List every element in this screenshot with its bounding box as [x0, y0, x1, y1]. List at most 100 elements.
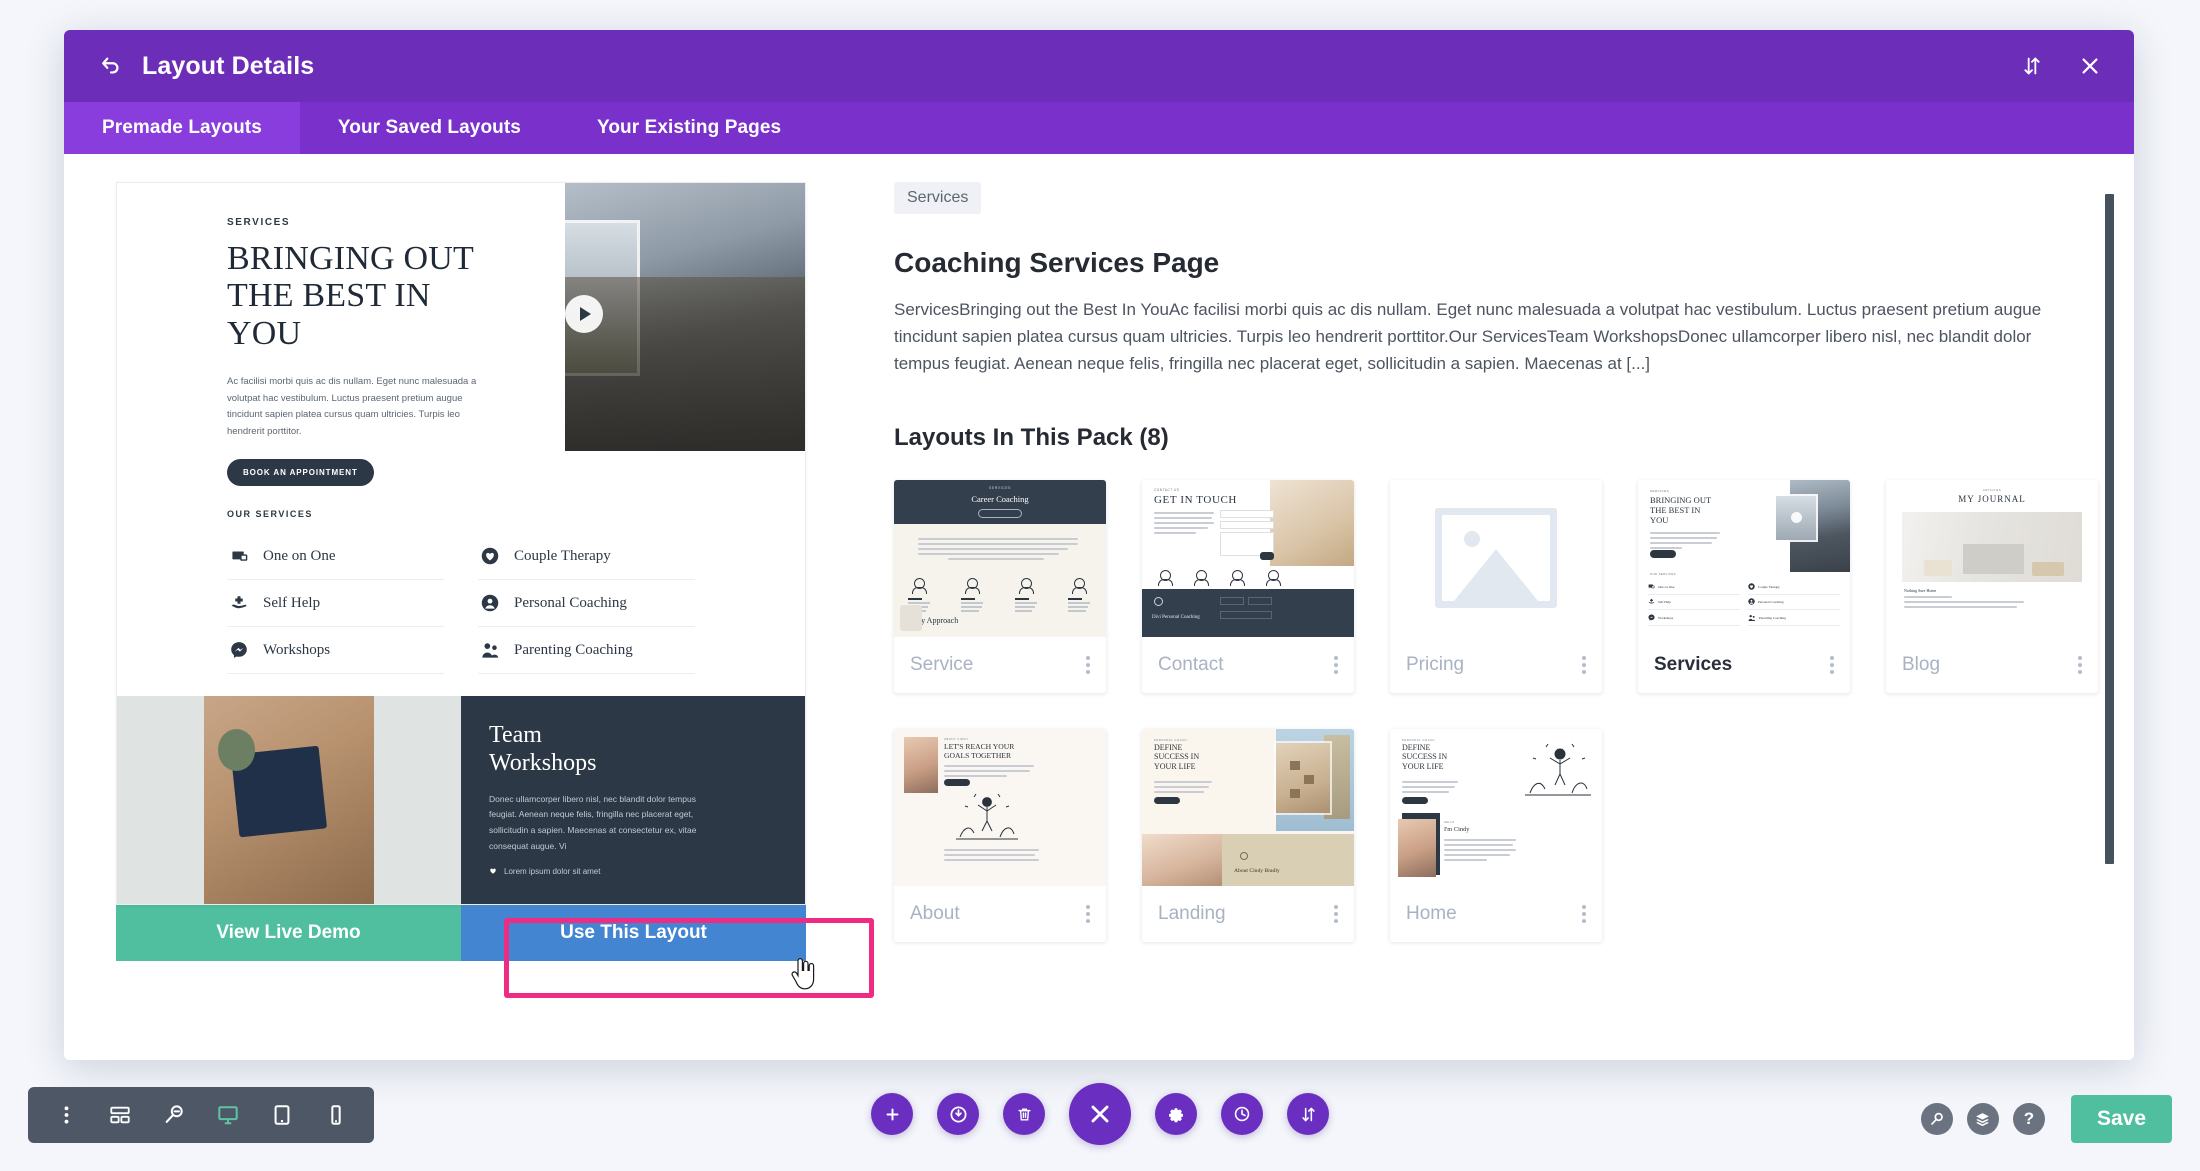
builder-main-toolbar: [871, 1083, 1329, 1145]
thumb-icon-row: [908, 576, 1090, 614]
preview-service-item: Self Help: [227, 580, 444, 627]
desktop-icon[interactable]: [204, 1091, 252, 1139]
preview-service-item: Couple Therapy: [478, 533, 695, 580]
layers-icon[interactable]: [1966, 1103, 1999, 1135]
layout-detail-column: Services Coaching Services Page Services…: [864, 182, 2134, 1060]
thumb-eyebrow: SERVICES: [989, 485, 1011, 490]
thumb-form-field: [1220, 509, 1274, 518]
kebab-menu-icon[interactable]: [1334, 904, 1338, 923]
kebab-menu-icon[interactable]: [1334, 655, 1338, 674]
preview-service-label: One on One: [263, 547, 336, 564]
help-question-icon[interactable]: ?: [2012, 1103, 2045, 1135]
tab-your-existing-pages[interactable]: Your Existing Pages: [559, 102, 819, 154]
editing-history-button[interactable]: [1221, 1093, 1263, 1135]
layout-card-name: Blog: [1902, 653, 1941, 675]
layout-thumbnail: PERSONAL COACH DEFINE SUCCESS IN YOUR LI…: [1142, 728, 1354, 886]
close-x-icon[interactable]: [2076, 52, 2104, 80]
thumb-eyebrow: PERSONAL COACH: [1154, 737, 1188, 742]
kebab-menu-icon[interactable]: [1582, 904, 1586, 923]
kebab-menu-icon[interactable]: [1086, 655, 1090, 674]
close-menu-button[interactable]: [1069, 1083, 1131, 1145]
tab-premade-layouts[interactable]: Premade Layouts: [64, 102, 300, 154]
tab-your-saved-layouts[interactable]: Your Saved Layouts: [300, 102, 559, 154]
thumb-eyebrow: PERSONAL COACH: [1402, 737, 1436, 742]
kebab-menu-icon[interactable]: [1830, 655, 1834, 674]
preview-workshops-bullet-label: Lorem ipsum dolor sit amet: [504, 866, 601, 876]
delete-button[interactable]: [1003, 1093, 1045, 1135]
thumb-button: [1650, 549, 1676, 558]
thumb-services-grid: One on One Couple Therapy Self Help Pers…: [1648, 580, 1840, 627]
layout-card-name: Contact: [1158, 653, 1224, 675]
layout-card-pricing[interactable]: Pricing: [1390, 479, 1602, 693]
preview-action-buttons: View Live Demo Use This Layout: [116, 905, 806, 961]
category-badge: Services: [894, 182, 982, 214]
thumb-decor: [900, 604, 922, 631]
tablet-icon[interactable]: [258, 1091, 306, 1139]
kebab-menu-icon[interactable]: [1582, 655, 1586, 674]
layout-card-services[interactable]: SERVICES BRINGING OUT THE BEST IN YOU OU…: [1638, 479, 1850, 693]
thumb-person-name: I'm Cindy: [1444, 825, 1470, 833]
thumb-eyebrow: SERVICES: [1650, 488, 1670, 493]
settings-button[interactable]: [1155, 1093, 1197, 1135]
search-zoom-icon[interactable]: [1920, 1103, 1953, 1135]
play-icon: [565, 295, 603, 333]
toggle-builder-button[interactable]: [937, 1093, 979, 1135]
layout-card-footer: Home: [1390, 886, 1602, 942]
layout-preview-card: SERVICES BRINGING OUT THE BEST IN YOU Ac…: [116, 182, 806, 905]
layout-preview-column: SERVICES BRINGING OUT THE BEST IN YOU Ac…: [64, 182, 864, 1060]
thumb-lines: [1904, 595, 2024, 611]
vertical-scrollbar[interactable]: [2105, 194, 2114, 864]
layout-card-landing[interactable]: PERSONAL COACH DEFINE SUCCESS IN YOUR LI…: [1142, 728, 1354, 942]
thumb-photo: [1270, 479, 1354, 566]
two-people-icon: [478, 638, 502, 662]
layout-card-home[interactable]: PERSONAL COACH DEFINE SUCCESS IN YOUR LI…: [1390, 728, 1602, 942]
preview-workshops-paragraph: Donec ullamcorper libero nisl, nec bland…: [489, 793, 697, 851]
layouts-grid: SERVICES Career Coaching My Approach Ser…: [894, 479, 2098, 942]
thumb-title: Career Coaching: [971, 493, 1029, 504]
wireframe-icon[interactable]: [96, 1091, 144, 1139]
layout-card-footer: Contact: [1142, 637, 1354, 693]
sort-arrows-icon[interactable]: [2018, 52, 2046, 80]
layout-thumbnail: ARTICLES MY JOURNAL Nothing Sure Home: [1886, 479, 2098, 637]
thumb-eyebrow: ARTICLES: [1982, 487, 2002, 492]
preview-service-item: One on One: [227, 533, 444, 580]
kebab-menu-icon[interactable]: [1086, 904, 1090, 923]
thumb-illustration: [952, 791, 1022, 843]
layout-thumbnail: ABOUT CINDY LET'S REACH YOUR GOALS TOGET…: [894, 728, 1106, 886]
layout-card-blog[interactable]: ARTICLES MY JOURNAL Nothing Sure Home Bl…: [1886, 479, 2098, 693]
layout-card-service[interactable]: SERVICES Career Coaching My Approach Ser…: [894, 479, 1106, 693]
use-this-layout-button[interactable]: Use This Layout: [461, 905, 806, 961]
thumb-button: [1402, 796, 1428, 804]
thumb-lines: [1402, 780, 1458, 796]
modal-header: Layout Details: [64, 30, 2134, 102]
thumb-title: BRINGING OUT THE BEST IN YOU: [1650, 494, 1711, 526]
thumb-hero-band: SERVICES Career Coaching: [894, 479, 1106, 524]
preview-hero: SERVICES BRINGING OUT THE BEST IN YOU Ac…: [117, 183, 805, 486]
add-section-button[interactable]: [871, 1093, 913, 1135]
layout-card-name: Landing: [1158, 902, 1226, 924]
portability-button[interactable]: [1287, 1093, 1329, 1135]
thumb-submit-button: [1260, 551, 1274, 560]
thumb-title: GET IN TOUCH: [1154, 493, 1237, 506]
layout-description: ServicesBringing out the Best In YouAc f…: [894, 300, 2042, 374]
builder-right-toolbar: ? Save: [1920, 1095, 2172, 1143]
thumb-footer-title: Divi Personal Coaching: [1152, 614, 1200, 620]
preview-service-label: Workshops: [263, 641, 331, 658]
back-arrow-icon[interactable]: [94, 49, 128, 83]
thumb-portrait-photo: [1398, 818, 1436, 877]
layout-card-contact[interactable]: CONTACT US GET IN TOUCH Divi Personal Co…: [1142, 479, 1354, 693]
zoom-out-icon[interactable]: [150, 1091, 198, 1139]
view-live-demo-button[interactable]: View Live Demo: [116, 905, 461, 961]
save-button[interactable]: Save: [2070, 1095, 2172, 1143]
layout-card-about[interactable]: ABOUT CINDY LET'S REACH YOUR GOALS TOGET…: [894, 728, 1106, 942]
phone-icon[interactable]: [312, 1091, 360, 1139]
thumb-lines: [944, 764, 1034, 780]
layout-title: Coaching Services Page: [894, 247, 1220, 278]
kebab-menu-icon[interactable]: [42, 1091, 90, 1139]
kebab-menu-icon[interactable]: [2078, 655, 2082, 674]
preview-workshops-bullet: Lorem ipsum dolor sit amet: [489, 867, 777, 876]
preview-headline: BRINGING OUT THE BEST IN YOU: [227, 240, 474, 352]
layout-card-footer: Blog: [1886, 637, 2098, 693]
layout-thumbnail: SERVICES Career Coaching My Approach: [894, 479, 1106, 637]
preview-service-label: Self Help: [263, 594, 321, 611]
